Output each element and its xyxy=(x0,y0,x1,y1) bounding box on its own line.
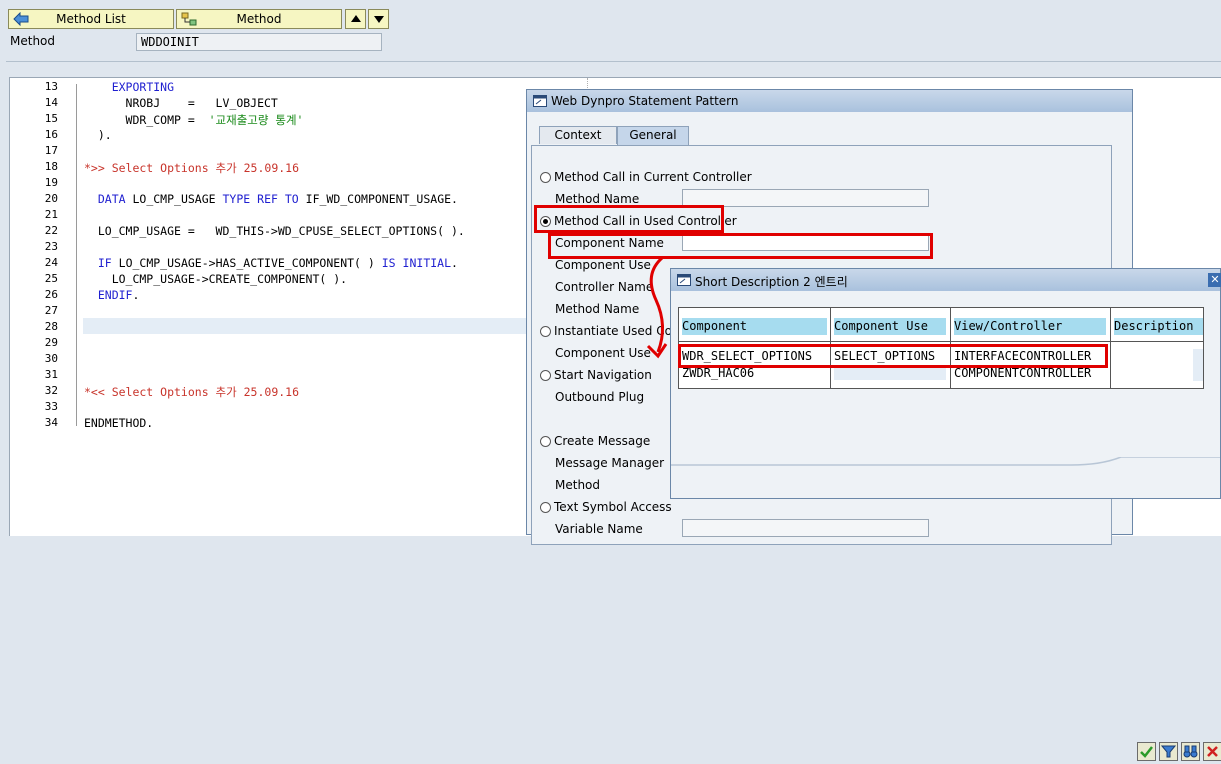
tab-general[interactable]: General xyxy=(617,126,689,145)
line-number: 16 xyxy=(44,128,58,141)
line-number: 28 xyxy=(44,320,58,333)
label-message-manager: Message Manager xyxy=(555,456,665,470)
annotation-arrow xyxy=(646,256,668,359)
highlight-used-controller xyxy=(534,205,724,233)
code-line[interactable]: LO_CMP_USAGE->CREATE_COMPONENT( ). xyxy=(84,272,347,286)
check-icon xyxy=(1140,746,1153,758)
code-line[interactable]: EXPORTING xyxy=(84,80,174,94)
code-line[interactable]: LO_CMP_USAGE = WD_THIS->WD_CPUSE_SELECT_… xyxy=(84,224,465,238)
line-number: 21 xyxy=(44,208,58,221)
line-number: 22 xyxy=(44,224,58,237)
col-header-view-controller[interactable]: View/Controller xyxy=(954,318,1106,335)
label-method-name-2: Method Name xyxy=(555,302,640,316)
footer-wave xyxy=(671,457,1220,466)
cancel-icon xyxy=(1207,746,1218,757)
line-number: 31 xyxy=(44,368,58,381)
cell-view-controller: COMPONENTCONTROLLER xyxy=(954,366,1092,380)
code-line[interactable]: WDR_COMP = '교재출고량 통계' xyxy=(84,112,304,128)
line-number: 13 xyxy=(44,80,58,93)
line-number: 14 xyxy=(44,96,58,109)
confirm-button[interactable] xyxy=(1137,742,1156,761)
dialog-title: Web Dynpro Statement Pattern xyxy=(551,94,739,108)
line-number: 33 xyxy=(44,400,58,413)
code-line[interactable]: ). xyxy=(84,128,112,142)
method-list-button[interactable]: Method List xyxy=(8,9,174,29)
radio-create-message[interactable]: Create Message xyxy=(540,434,650,448)
highlight-selected-row xyxy=(678,344,1108,368)
tab-context[interactable]: Context xyxy=(539,126,617,144)
scroll-track[interactable] xyxy=(1193,349,1203,381)
cancel-button[interactable] xyxy=(1203,742,1221,761)
code-line[interactable]: IF LO_CMP_USAGE->HAS_ACTIVE_COMPONENT( )… xyxy=(84,256,458,270)
search-button[interactable] xyxy=(1181,742,1200,761)
code-line[interactable]: DATA LO_CMP_USAGE TYPE REF TO IF_WD_COMP… xyxy=(84,192,458,206)
close-icon[interactable]: ✕ xyxy=(1208,273,1221,287)
label-controller-name: Controller Name xyxy=(555,280,654,294)
hierarchy-icon xyxy=(181,12,197,26)
line-number: 34 xyxy=(44,416,58,429)
binoculars-icon xyxy=(1183,745,1198,758)
line-number: 32 xyxy=(44,384,58,397)
triangle-down-icon xyxy=(374,16,384,23)
line-number: 25 xyxy=(44,272,58,285)
cell-component: ZWDR_HAC06 xyxy=(682,366,755,380)
label-method-name-1: Method Name xyxy=(555,192,640,206)
scroll-down-button[interactable] xyxy=(368,9,389,29)
method-field[interactable]: WDDOINIT xyxy=(136,33,382,51)
line-number: 27 xyxy=(44,304,58,317)
radio-text-symbol[interactable]: Text Symbol Access xyxy=(540,500,672,514)
header-row-separator xyxy=(679,341,1203,342)
short-description-dialog[interactable]: Short Description 2 엔트리 ✕ Component Comp… xyxy=(670,268,1221,761)
method-field-label: Method xyxy=(10,34,56,48)
col-header-component[interactable]: Component xyxy=(682,318,827,335)
radio-start-navigation[interactable]: Start Navigation xyxy=(540,368,652,382)
code-line[interactable]: NROBJ = LV_OBJECT xyxy=(84,96,278,110)
cell-component-use xyxy=(834,366,946,380)
line-number: 18 xyxy=(44,160,58,173)
line-number: 20 xyxy=(44,192,58,205)
table-row[interactable]: ZWDR_HAC06 COMPONENTCONTROLLER xyxy=(679,366,1203,382)
code-line[interactable]: ENDIF. xyxy=(84,288,140,302)
short-description-title-bar[interactable]: Short Description 2 엔트리 ✕ xyxy=(671,269,1221,291)
line-number: 17 xyxy=(44,144,58,157)
fold-line xyxy=(76,84,77,426)
label-variable-name: Variable Name xyxy=(555,522,643,536)
filter-icon xyxy=(1160,745,1177,758)
col-header-description[interactable]: Description xyxy=(1114,318,1203,335)
line-number: 30 xyxy=(44,352,58,365)
method-button[interactable]: Method xyxy=(176,9,342,29)
line-number: 15 xyxy=(44,112,58,125)
highlight-component-name xyxy=(548,233,933,259)
code-line[interactable]: *>> Select Options 추가 25.09.16 xyxy=(84,160,299,176)
back-arrow-icon xyxy=(13,12,29,26)
line-number: 29 xyxy=(44,336,58,349)
short-description-title: Short Description 2 엔트리 xyxy=(695,275,848,289)
scroll-up-button[interactable] xyxy=(345,9,366,29)
method-field-value: WDDOINIT xyxy=(141,35,199,49)
line-number: 24 xyxy=(44,256,58,269)
label-component-use-2: Component Use xyxy=(555,346,651,360)
code-line[interactable]: ENDMETHOD. xyxy=(84,416,153,430)
window-icon xyxy=(533,95,547,107)
input-variable-name[interactable] xyxy=(682,519,929,537)
line-number: 26 xyxy=(44,288,58,301)
col-header-component-use[interactable]: Component Use xyxy=(834,318,946,335)
divider xyxy=(6,61,1221,62)
radio-current-controller[interactable]: Method Call in Current Controller xyxy=(540,170,752,184)
filter-button[interactable] xyxy=(1159,742,1178,761)
label-method: Method xyxy=(555,478,601,492)
label-outbound-plug: Outbound Plug xyxy=(555,390,645,404)
label-component-use: Component Use xyxy=(555,258,651,272)
line-number: 23 xyxy=(44,240,58,253)
line-number: 19 xyxy=(44,176,58,189)
triangle-up-icon xyxy=(351,15,361,22)
code-line[interactable]: *<< Select Options 추가 25.09.16 xyxy=(84,384,299,400)
dialog-title-bar[interactable]: Web Dynpro Statement Pattern xyxy=(527,90,1132,112)
